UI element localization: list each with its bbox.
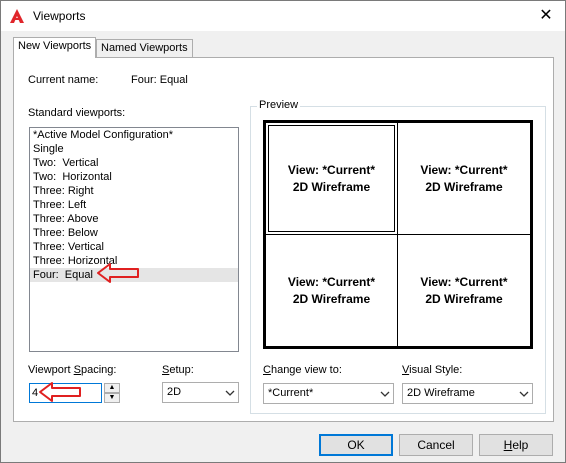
change-view-label: Change view to:: [263, 364, 342, 376]
standard-viewports-label: Standard viewports:: [28, 107, 126, 119]
list-item[interactable]: Two: Vertical: [30, 156, 238, 170]
ok-button[interactable]: OK: [319, 434, 393, 456]
setup-dropdown[interactable]: 2D: [162, 382, 239, 403]
visual-style-dropdown[interactable]: 2D Wireframe: [402, 383, 533, 404]
viewport-spacing-label: Viewport Spacing:: [28, 364, 117, 376]
close-button[interactable]: ✕: [531, 3, 561, 29]
viewport-view-label: View: *Current*: [287, 162, 376, 177]
preview-caption: Preview: [257, 99, 301, 111]
viewport-view-label: View: *Current*: [420, 274, 508, 289]
chevron-down-icon: [380, 391, 390, 397]
spin-up-button[interactable]: ▲: [104, 383, 120, 393]
change-view-dropdown[interactable]: *Current*: [263, 383, 394, 404]
viewports-dialog: Viewports ✕ New Viewports Named Viewport…: [0, 0, 566, 463]
tab-page-new-viewports: Current name: Four: Equal Standard viewp…: [13, 57, 554, 422]
current-name-label: Current name:: [28, 74, 99, 86]
red-arrow-annotation-list: [97, 263, 139, 283]
preview-grid: View: *Current* 2D Wireframe View: *Curr…: [263, 120, 533, 349]
setup-label: Setup:: [162, 364, 194, 376]
change-view-value: *Current*: [268, 387, 314, 399]
cancel-button[interactable]: Cancel: [399, 434, 473, 456]
viewport-view-label: View: *Current*: [287, 274, 376, 289]
standard-viewports-list[interactable]: *Active Model Configuration* Single Two:…: [29, 127, 239, 352]
list-item[interactable]: Three: Left: [30, 198, 238, 212]
preview-group: Preview View: *Current* 2D Wireframe Vie…: [250, 99, 546, 414]
list-item[interactable]: Three: Below: [30, 226, 238, 240]
list-item[interactable]: Single: [30, 142, 238, 156]
visual-style-value: 2D Wireframe: [407, 387, 475, 399]
help-button[interactable]: Help: [479, 434, 553, 456]
viewport-bottom-right[interactable]: View: *Current* 2D Wireframe: [397, 234, 531, 347]
current-name-value: Four: Equal: [131, 74, 188, 86]
list-item[interactable]: *Active Model Configuration*: [30, 128, 238, 142]
spin-down-button[interactable]: ▼: [104, 393, 120, 403]
list-item[interactable]: Three: Above: [30, 212, 238, 226]
viewport-style-label: 2D Wireframe: [425, 291, 503, 306]
viewport-style-label: 2D Wireframe: [425, 179, 503, 194]
autocad-logo-icon: [10, 9, 24, 23]
list-item[interactable]: Three: Vertical: [30, 240, 238, 254]
chevron-down-icon: [519, 391, 529, 397]
window-title: Viewports: [33, 9, 86, 23]
list-item[interactable]: Three: Right: [30, 184, 238, 198]
viewport-view-label: View: *Current*: [420, 162, 508, 177]
viewport-style-label: 2D Wireframe: [292, 179, 371, 194]
visual-style-label: Visual Style:: [402, 364, 463, 376]
red-arrow-annotation-spacing: [39, 382, 81, 402]
tab-new-viewports[interactable]: New Viewports: [13, 37, 97, 58]
setup-value: 2D: [167, 386, 182, 398]
viewport-top-right[interactable]: View: *Current* 2D Wireframe: [397, 122, 531, 235]
tab-named-viewports[interactable]: Named Viewports: [96, 39, 193, 57]
title-bar: Viewports ✕: [1, 1, 565, 31]
viewport-top-left[interactable]: View: *Current* 2D Wireframe: [265, 122, 398, 235]
chevron-down-icon: [225, 390, 235, 396]
list-item[interactable]: Two: Horizontal: [30, 170, 238, 184]
viewport-bottom-left[interactable]: View: *Current* 2D Wireframe: [265, 234, 398, 347]
viewport-style-label: 2D Wireframe: [292, 291, 371, 306]
viewport-spacing-spinner: ▲ ▼: [104, 383, 120, 403]
